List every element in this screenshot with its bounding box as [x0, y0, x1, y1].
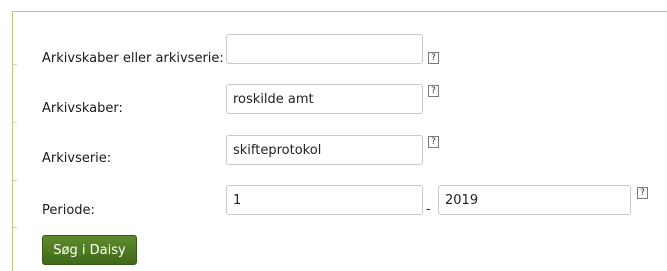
divider-tick: [13, 180, 17, 181]
series-input[interactable]: [226, 135, 423, 165]
period-separator: -: [426, 202, 431, 217]
divider-tick: [13, 64, 17, 65]
series-label: Arkivserie:: [42, 151, 112, 166]
period-to-input[interactable]: [438, 185, 631, 215]
search-daisy-button[interactable]: Søg i Daisy: [42, 235, 137, 265]
help-icon[interactable]: ?: [428, 52, 439, 64]
creator-or-series-input[interactable]: [226, 34, 423, 64]
period-label: Periode:: [42, 203, 95, 218]
divider-tick: [13, 122, 17, 123]
help-icon[interactable]: ?: [637, 187, 648, 199]
help-icon[interactable]: ?: [428, 85, 439, 97]
divider-tick: [13, 227, 17, 228]
creator-input[interactable]: [226, 84, 423, 114]
period-from-input[interactable]: [226, 185, 423, 215]
help-icon[interactable]: ?: [428, 136, 439, 148]
creator-label: Arkivskaber:: [42, 101, 123, 116]
creator-or-series-label: Arkivskaber eller arkivserie:: [42, 51, 224, 66]
